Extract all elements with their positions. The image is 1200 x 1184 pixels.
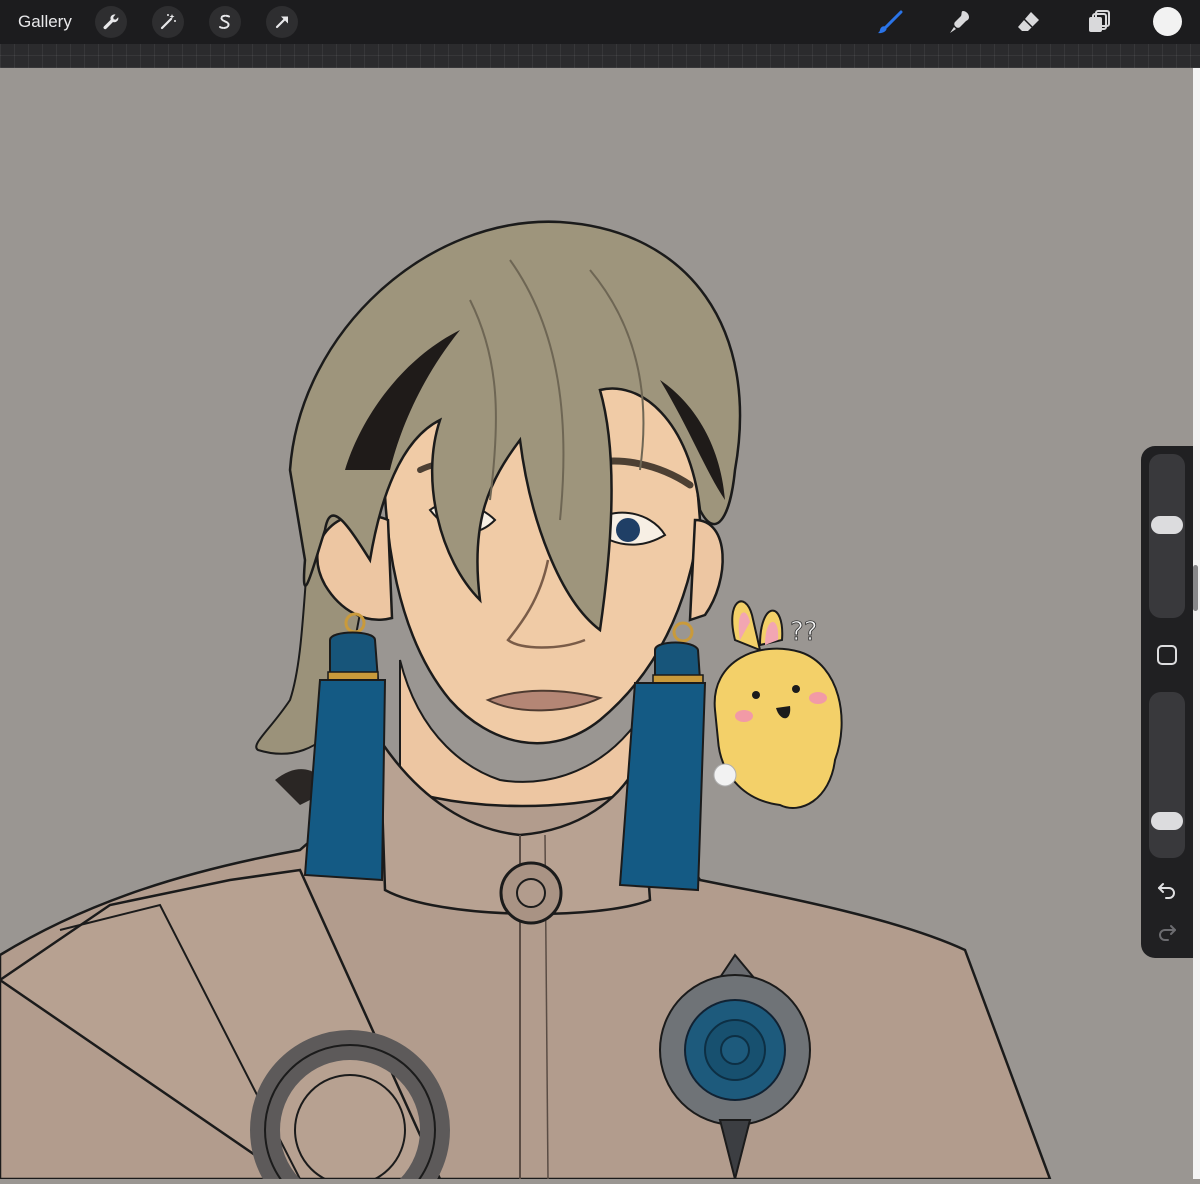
brush-tool-button[interactable] — [873, 5, 907, 39]
brush-size-thumb[interactable] — [1151, 515, 1183, 534]
top-toolbar: Gallery — [0, 0, 1200, 44]
undo-icon — [1158, 883, 1175, 899]
question-marks-annotation: ?? — [790, 617, 818, 647]
layers-button[interactable] — [1082, 5, 1116, 39]
eraser-icon — [1018, 12, 1039, 31]
brush-size-slider[interactable] — [1149, 454, 1185, 618]
transform-arrow-icon — [275, 16, 288, 29]
redo-icon — [1159, 925, 1176, 941]
wrench-icon — [103, 14, 119, 30]
canvas-top-grid-strip — [0, 44, 1200, 68]
canvas[interactable]: ?? — [0, 68, 1193, 1184]
smudge-tool-button[interactable] — [943, 5, 977, 39]
smudge-icon — [950, 11, 969, 33]
adjustments-button[interactable] — [152, 6, 184, 38]
bunny-sticker — [713, 600, 843, 809]
selection-button[interactable] — [209, 6, 241, 38]
brush-sidebar — [1141, 446, 1193, 958]
redo-button[interactable] — [1153, 918, 1181, 946]
canvas-right-edge — [1193, 68, 1200, 1179]
eraser-tool-button[interactable] — [1012, 5, 1046, 39]
sidebar-drag-handle[interactable] — [1193, 565, 1198, 611]
brush-icon — [878, 10, 903, 34]
modifier-square-icon — [1157, 645, 1177, 665]
layers-icon — [1089, 10, 1110, 32]
color-picker-button[interactable] — [1153, 7, 1182, 36]
gallery-button[interactable]: Gallery — [18, 10, 72, 34]
artwork-illustration: ?? — [0, 220, 1052, 1184]
actions-button[interactable] — [95, 6, 127, 38]
modifier-button[interactable] — [1155, 643, 1179, 667]
opacity-slider[interactable] — [1149, 692, 1185, 858]
opacity-thumb[interactable] — [1151, 812, 1183, 831]
magic-wand-icon — [160, 14, 176, 30]
undo-button[interactable] — [1153, 876, 1181, 904]
transform-button[interactable] — [266, 6, 298, 38]
selection-s-icon — [219, 14, 230, 29]
